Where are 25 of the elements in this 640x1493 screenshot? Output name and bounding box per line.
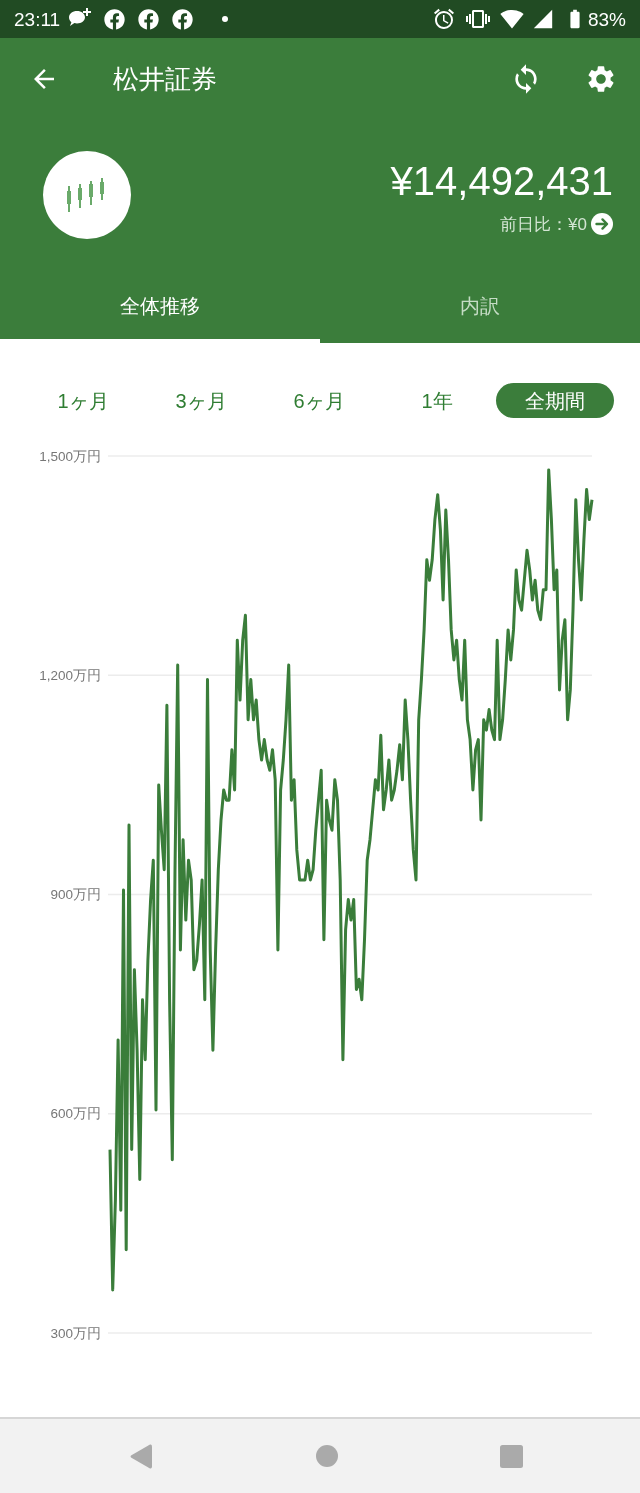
status-time: 23:11 <box>14 9 61 29</box>
tab[interactable]: 内訳 <box>320 270 640 343</box>
axis-label: 900万円 <box>50 887 101 902</box>
period-option[interactable]: 全期間 <box>496 383 614 418</box>
f-logo-icon <box>138 8 160 30</box>
arrow-circle-icon[interactable] <box>591 213 613 235</box>
axis-label: 600万円 <box>50 1106 101 1122</box>
period-option[interactable]: 1年 <box>378 383 496 418</box>
wifi-icon <box>499 7 524 31</box>
axis-label: 1,500万円 <box>39 448 101 464</box>
f-logo-icon <box>104 8 126 30</box>
f-logo-icon <box>172 8 194 30</box>
tab[interactable]: 全体推移 <box>0 270 320 343</box>
period-option[interactable]: 6ヶ月 <box>260 383 378 418</box>
period-option[interactable]: 1ヶ月 <box>24 383 142 418</box>
axis-label: 300万円 <box>50 1325 101 1341</box>
day-change: 前日比：¥0 <box>500 215 587 233</box>
signal-icon <box>531 8 554 30</box>
period-option[interactable]: 3ヶ月 <box>142 383 260 418</box>
total-amount: ¥14,492,431 <box>390 161 613 201</box>
battery-percent: 83% <box>587 9 626 29</box>
axis-label: 1,200万円 <box>39 667 101 683</box>
alarm-clock-icon <box>431 7 456 31</box>
app-title: 松井証券 <box>113 66 217 92</box>
vibrate-icon <box>465 7 490 31</box>
